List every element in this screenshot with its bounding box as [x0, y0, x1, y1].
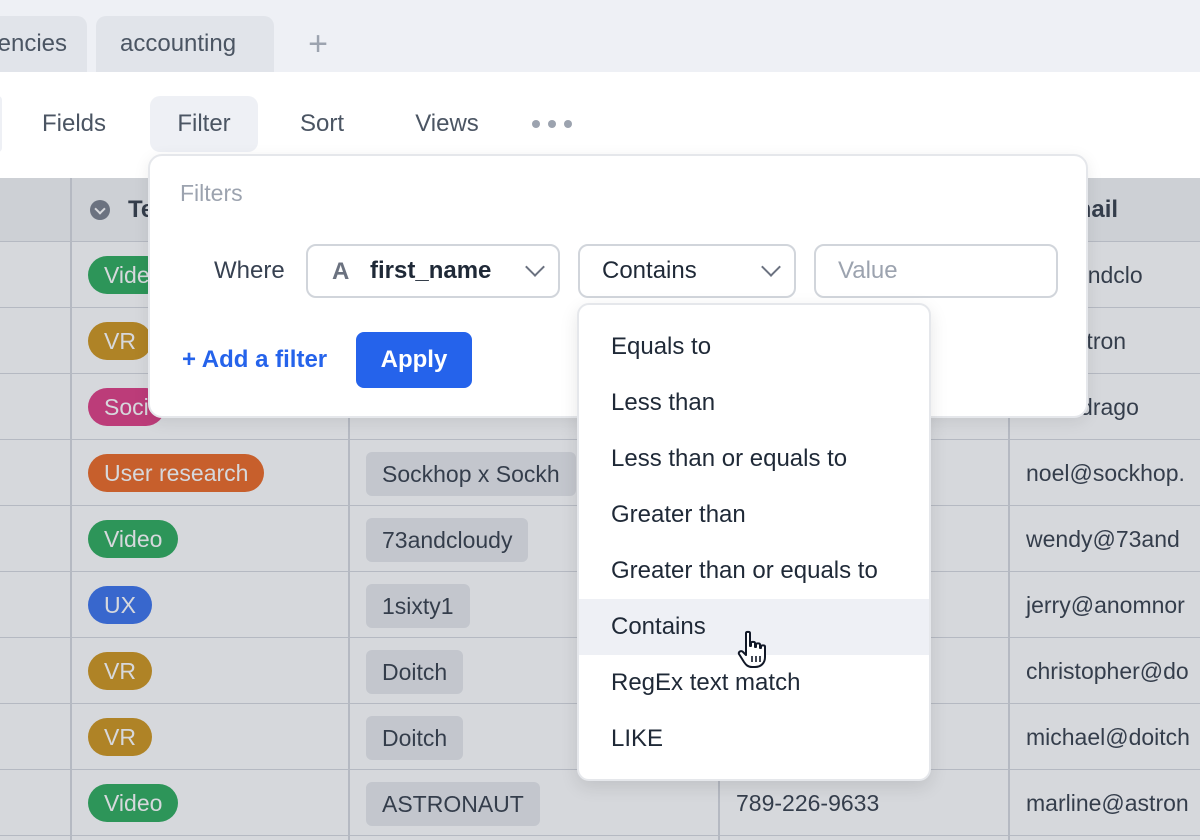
- column-divider: [70, 178, 72, 840]
- menu-item-like[interactable]: LIKE: [579, 711, 929, 767]
- filter-value-input[interactable]: [814, 244, 1058, 298]
- tag-badge: Video: [88, 520, 179, 558]
- operator-dropdown-menu: Equals to Less than Less than or equals to…: [577, 303, 931, 781]
- email-cell: michael@doitch: [1026, 724, 1190, 750]
- chevron-down-icon: [761, 257, 781, 277]
- text-type-icon: A: [332, 258, 350, 285]
- email-cell: jerry@anomnor: [1026, 592, 1185, 618]
- tag-badge: Video: [88, 784, 179, 822]
- company-chip: Doitch: [366, 650, 464, 694]
- field-select[interactable]: A first_name: [306, 244, 560, 298]
- tag-badge: VR: [88, 652, 152, 690]
- menu-item-greater-than-or-equals-to[interactable]: Greater than or equals to: [579, 543, 929, 599]
- tag-badge: UX: [88, 586, 152, 624]
- fields-button[interactable]: Fields: [18, 96, 130, 152]
- where-label: Where: [214, 257, 285, 284]
- menu-item-less-than[interactable]: Less than: [579, 375, 929, 431]
- tab-strip: encies accounting +: [0, 0, 1200, 72]
- tab-agencies[interactable]: encies: [0, 16, 87, 72]
- chevron-down-icon: [525, 257, 545, 277]
- dot: [532, 120, 540, 128]
- column-type-icon: [90, 200, 110, 220]
- company-chip: Sockhop x Sockh: [366, 452, 576, 496]
- company-chip: ASTRONAUT: [366, 782, 540, 826]
- field-select-value: first_name: [370, 257, 492, 284]
- tag-badge: VR: [88, 322, 152, 360]
- menu-item-equals-to[interactable]: Equals to: [579, 319, 929, 375]
- tab-accounting[interactable]: accounting: [96, 16, 274, 72]
- company-chip: Doitch: [366, 716, 464, 760]
- more-options-icon[interactable]: [532, 112, 572, 136]
- menu-item-contains[interactable]: Contains: [579, 599, 929, 655]
- tag-badge: VR: [88, 718, 152, 756]
- tag-badge: User research: [88, 454, 265, 492]
- menu-item-greater-than[interactable]: Greater than: [579, 487, 929, 543]
- company-chip: 1sixty1: [366, 584, 470, 628]
- operator-select-value: Contains: [602, 257, 697, 284]
- popover-title: Filters: [180, 180, 243, 206]
- toolbar-prev-button[interactable]: [0, 96, 2, 152]
- add-filter-button[interactable]: + Add a filter: [182, 332, 327, 388]
- email-cell: wendy@73and: [1026, 526, 1180, 552]
- dot: [564, 120, 572, 128]
- email-cell: christopher@do: [1026, 658, 1189, 684]
- sort-button[interactable]: Sort: [278, 96, 366, 152]
- menu-item-less-than-or-equals-to[interactable]: Less than or equals to: [579, 431, 929, 487]
- menu-item-regex-text-match[interactable]: RegEx text match: [579, 655, 929, 711]
- add-tab-button[interactable]: +: [300, 22, 336, 66]
- email-cell: noel@sockhop.: [1026, 460, 1185, 486]
- operator-select[interactable]: Contains: [578, 244, 796, 298]
- dot: [548, 120, 556, 128]
- email-cell: marline@astron: [1026, 790, 1189, 816]
- filter-button[interactable]: Filter: [150, 96, 258, 152]
- apply-button[interactable]: Apply: [356, 332, 472, 388]
- views-button[interactable]: Views: [392, 96, 502, 152]
- company-chip: 73andcloudy: [366, 518, 529, 562]
